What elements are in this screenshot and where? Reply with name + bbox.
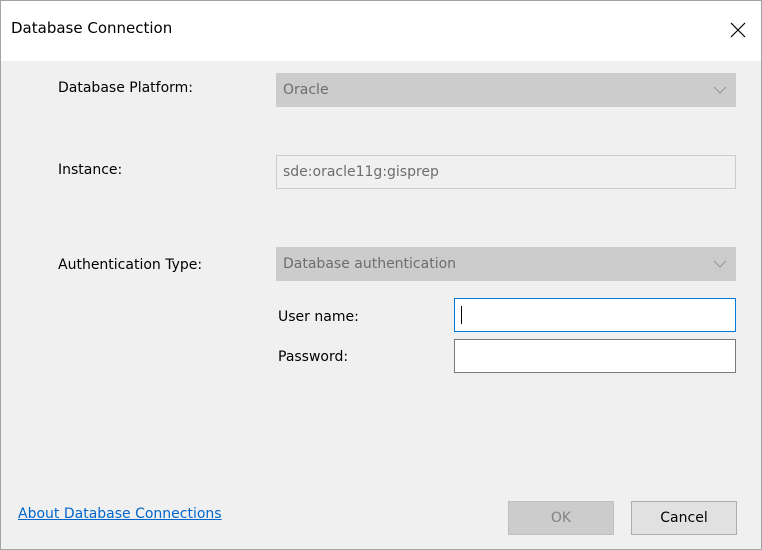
instance-label: Instance: (58, 162, 123, 178)
auth-type-dropdown[interactable]: Database authentication (276, 247, 736, 281)
chevron-down-icon (713, 86, 727, 94)
platform-label: Database Platform: (58, 80, 194, 96)
close-icon (730, 22, 746, 38)
password-input[interactable] (454, 339, 736, 373)
about-database-connections-link[interactable]: About Database Connections (18, 506, 222, 522)
username-input[interactable] (454, 298, 736, 332)
instance-field[interactable]: sde:oracle11g:gisprep (276, 155, 736, 189)
close-button[interactable] (715, 1, 761, 59)
title-bar: Database Connection (1, 1, 761, 61)
database-connection-dialog: Database Connection Database Platform: O… (0, 0, 762, 550)
ok-button[interactable]: OK (508, 501, 614, 535)
dialog-body: Database Platform: Oracle Instance: sde:… (1, 61, 761, 549)
password-label: Password: (278, 349, 349, 365)
instance-value: sde:oracle11g:gisprep (283, 164, 439, 180)
chevron-down-icon (713, 260, 727, 268)
username-label: User name: (278, 309, 359, 325)
cancel-button[interactable]: Cancel (631, 501, 737, 535)
dialog-title: Database Connection (11, 19, 173, 37)
auth-type-label: Authentication Type: (58, 257, 203, 273)
platform-dropdown[interactable]: Oracle (276, 73, 736, 107)
text-caret (461, 306, 462, 324)
auth-type-value: Database authentication (283, 256, 457, 272)
platform-value: Oracle (283, 82, 329, 98)
